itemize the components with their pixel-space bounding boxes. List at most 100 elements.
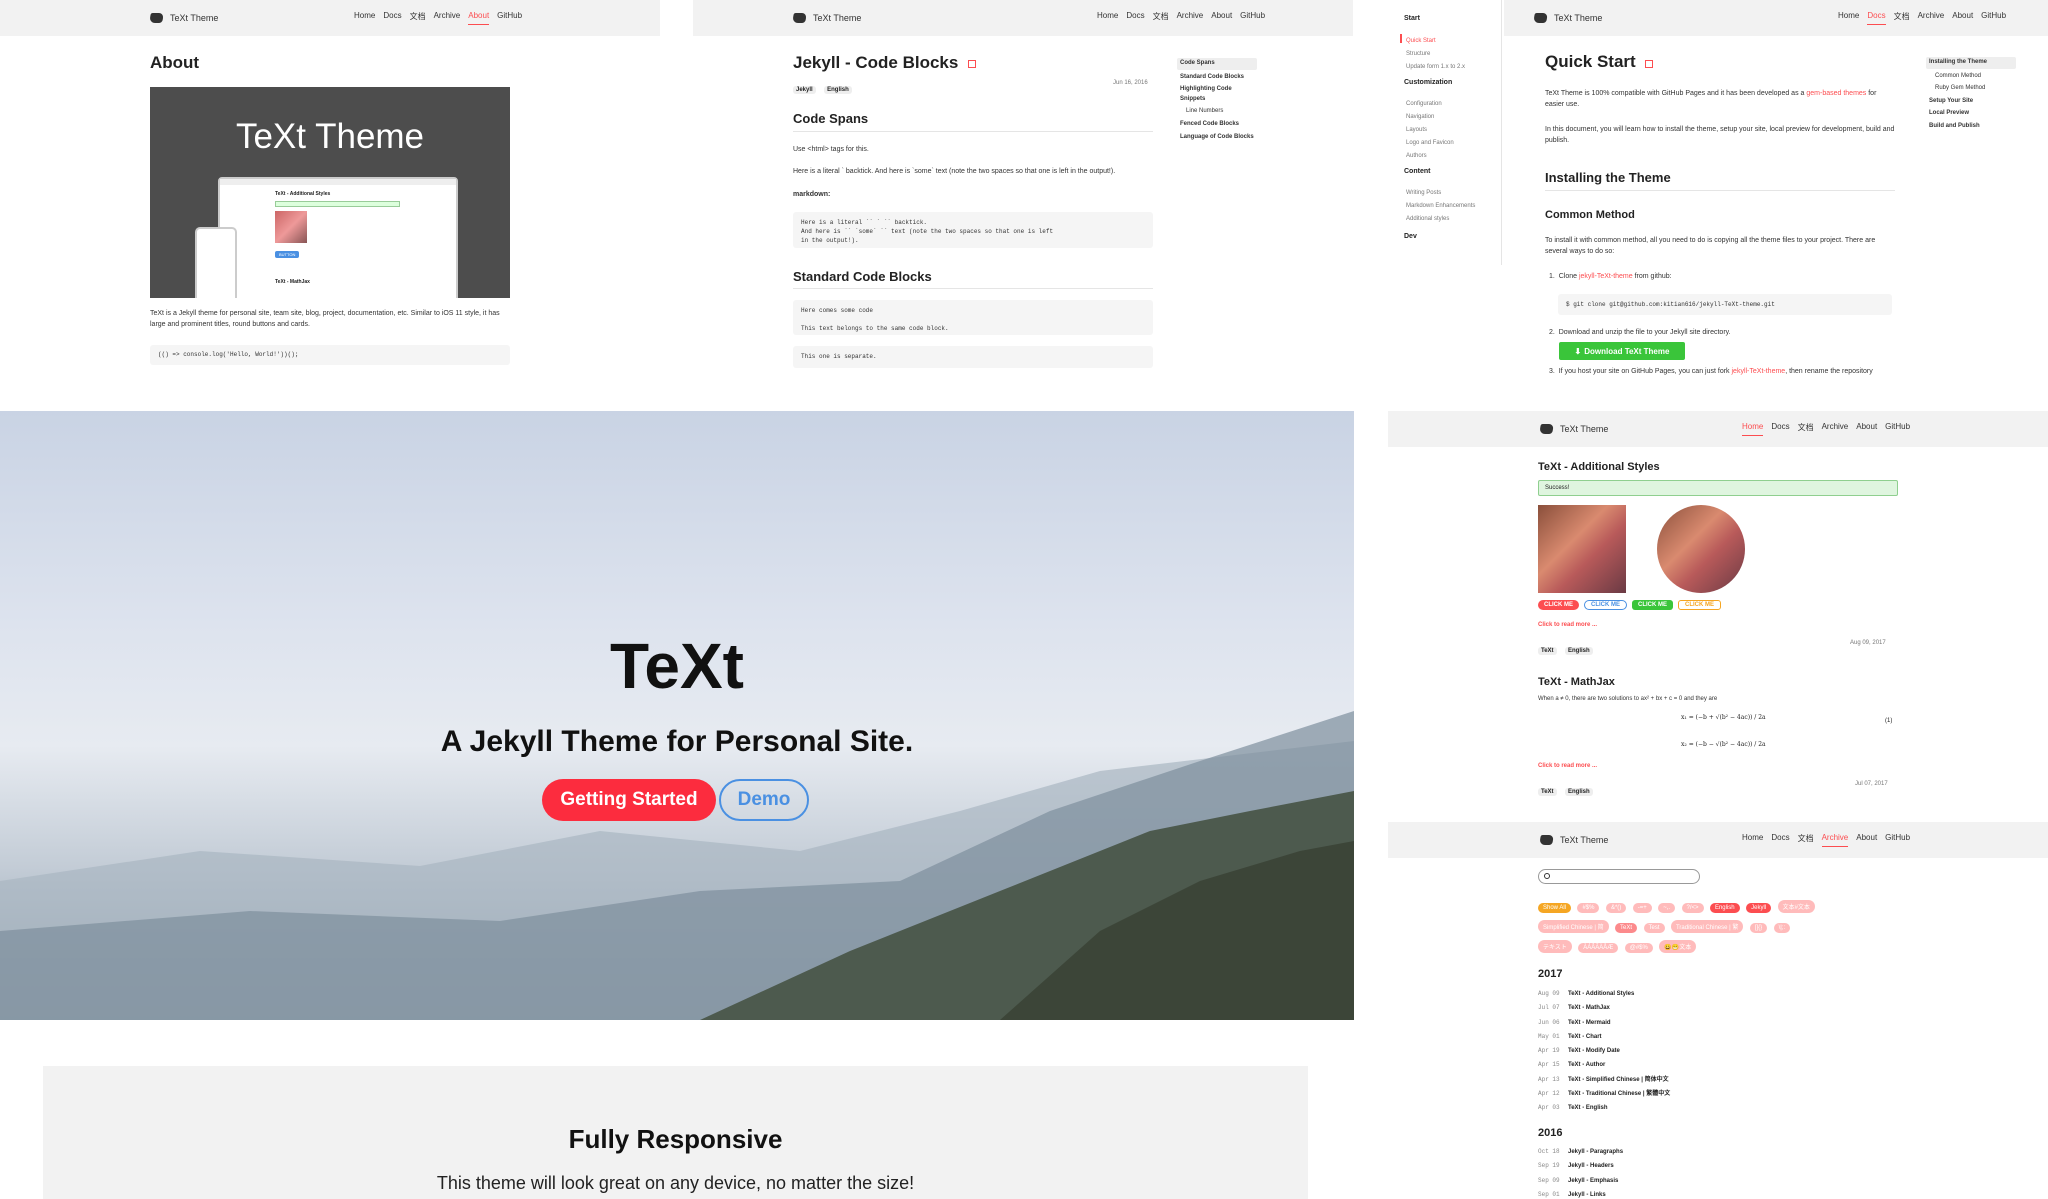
post-row[interactable]: Apr 13 TeXt - Simplified Chinese | 简体中文 bbox=[1538, 1073, 1670, 1087]
download-button[interactable]: ⬇ Download TeXt Theme bbox=[1559, 342, 1685, 360]
tag-english[interactable]: English bbox=[1565, 647, 1593, 655]
tag-pill[interactable]: &*() bbox=[1605, 903, 1627, 913]
post-title[interactable]: TeXt - English bbox=[1568, 1105, 1608, 1111]
tag-pill[interactable]: テキスト bbox=[1538, 940, 1572, 953]
post-title[interactable]: TeXt - Additional Styles bbox=[1538, 461, 1660, 473]
tag-text[interactable]: TeXt bbox=[1615, 923, 1638, 933]
tag-pill[interactable]: #$% bbox=[1577, 903, 1600, 913]
nav-home[interactable]: Home bbox=[1097, 11, 1118, 25]
nav-archive[interactable]: Archive bbox=[1822, 422, 1849, 436]
sidebar-item-navigation[interactable]: Navigation bbox=[1406, 111, 1454, 124]
post-title-2[interactable]: TeXt - MathJax bbox=[1538, 676, 1615, 688]
tag-pill[interactable]: ?/<> bbox=[1681, 903, 1704, 913]
brand[interactable]: TeXt Theme bbox=[792, 13, 861, 23]
nav-about[interactable]: About bbox=[1952, 11, 1973, 25]
click-me-button-orange[interactable]: CLICK ME bbox=[1678, 600, 1721, 610]
edit-icon[interactable] bbox=[968, 60, 976, 68]
nav-archive[interactable]: Archive bbox=[434, 11, 461, 25]
nav-docs-cn[interactable]: 文档 bbox=[1798, 833, 1814, 847]
nav-docs-cn[interactable]: 文档 bbox=[1153, 11, 1169, 25]
sidebar-item-writing-posts[interactable]: Writing Posts bbox=[1406, 187, 1475, 200]
toc-item[interactable]: Line Numbers bbox=[1177, 107, 1257, 117]
sidebar-item-authors[interactable]: Authors bbox=[1406, 150, 1454, 163]
sidebar-item-update[interactable]: Update form 1.x to 2.x bbox=[1406, 61, 1465, 74]
tag-english[interactable]: English bbox=[1565, 788, 1593, 796]
post-title[interactable]: TeXt - Author bbox=[1568, 1062, 1605, 1068]
brand[interactable]: TeXt Theme bbox=[1533, 13, 1602, 23]
post-row[interactable]: Jun 06 TeXt - Mermaid bbox=[1538, 1016, 1670, 1030]
brand[interactable]: TeXt Theme bbox=[1539, 835, 1608, 845]
nav-github[interactable]: GitHub bbox=[497, 11, 522, 25]
nav-home[interactable]: Home bbox=[1742, 833, 1763, 847]
fork-link[interactable]: jekyll-TeXt-theme bbox=[1732, 368, 1786, 375]
toc-item[interactable]: Setup Your Site bbox=[1926, 97, 2016, 107]
post-title[interactable]: TeXt - Modify Date bbox=[1568, 1048, 1620, 1054]
getting-started-button[interactable]: Getting Started bbox=[542, 779, 716, 821]
nav-github[interactable]: GitHub bbox=[1240, 11, 1265, 25]
tag-english[interactable]: English bbox=[824, 86, 852, 94]
nav-home[interactable]: Home bbox=[354, 11, 375, 25]
gem-themes-link[interactable]: gem-based themes bbox=[1806, 90, 1866, 97]
brand[interactable]: TeXt Theme bbox=[1539, 424, 1608, 434]
post-title[interactable]: TeXt - Mermaid bbox=[1568, 1020, 1611, 1026]
tag-pill[interactable]: []{} bbox=[1749, 923, 1768, 933]
post-title[interactable]: Jekyll - Paragraphs bbox=[1568, 1149, 1623, 1155]
tag-pill[interactable]: -=+ bbox=[1632, 903, 1652, 913]
nav-docs[interactable]: Docs bbox=[383, 11, 401, 25]
sidebar-item-quick-start[interactable]: Quick Start bbox=[1406, 35, 1465, 48]
post-row[interactable]: Jul 07 TeXt - MathJax bbox=[1538, 1001, 1670, 1015]
tag-text[interactable]: TeXt bbox=[1538, 788, 1557, 796]
post-row[interactable]: Apr 15 TeXt - Author bbox=[1538, 1058, 1670, 1072]
read-more-link[interactable]: Click to read more ... bbox=[1538, 622, 1597, 628]
post-title[interactable]: TeXt - Additional Styles bbox=[1568, 991, 1634, 997]
edit-icon[interactable] bbox=[1645, 60, 1653, 68]
nav-archive[interactable]: Archive bbox=[1821, 833, 1849, 847]
post-row[interactable]: Sep 09 Jekyll - Emphasis bbox=[1538, 1174, 1623, 1188]
tag-pill[interactable]: ~,. bbox=[1658, 903, 1676, 913]
toc-item[interactable]: Fenced Code Blocks bbox=[1177, 120, 1257, 130]
sidebar-item-structure[interactable]: Structure bbox=[1406, 48, 1465, 61]
click-me-button-green[interactable]: CLICK ME bbox=[1632, 600, 1673, 610]
nav-about[interactable]: About bbox=[1856, 422, 1877, 436]
toc-item[interactable]: Standard Code Blocks bbox=[1177, 73, 1257, 83]
nav-github[interactable]: GitHub bbox=[1981, 11, 2006, 25]
sidebar-item-layouts[interactable]: Layouts bbox=[1406, 124, 1454, 137]
tag-pill[interactable]: 文本#文本 bbox=[1777, 900, 1815, 913]
nav-docs[interactable]: Docs bbox=[1126, 11, 1144, 25]
tag-pill[interactable]: 😀😁文本 bbox=[1659, 940, 1697, 953]
nav-docs[interactable]: Docs bbox=[1771, 422, 1789, 436]
nav-docs[interactable]: Docs bbox=[1867, 11, 1886, 25]
tag-jekyll[interactable]: Jekyll bbox=[793, 86, 816, 94]
toc-item[interactable]: Ruby Gem Method bbox=[1926, 84, 2016, 94]
tag-simplified[interactable]: Simplified Chinese | 简 bbox=[1538, 920, 1609, 933]
nav-github[interactable]: GitHub bbox=[1885, 422, 1910, 436]
tag-show-all[interactable]: Show All bbox=[1538, 903, 1572, 913]
post-row[interactable]: Apr 19 TeXt - Modify Date bbox=[1538, 1044, 1670, 1058]
tag-text[interactable]: TeXt bbox=[1538, 647, 1557, 655]
nav-docs-cn[interactable]: 文档 bbox=[410, 11, 426, 25]
toc-item[interactable]: Installing the Theme bbox=[1926, 57, 2016, 69]
post-title[interactable]: TeXt - Chart bbox=[1568, 1034, 1602, 1040]
post-title[interactable]: Jekyll - Headers bbox=[1568, 1163, 1614, 1169]
post-row[interactable]: Sep 19 Jekyll - Headers bbox=[1538, 1159, 1623, 1173]
nav-github[interactable]: GitHub bbox=[1885, 833, 1910, 847]
click-me-button-red[interactable]: CLICK ME bbox=[1538, 600, 1579, 610]
post-row[interactable]: Oct 18 Jekyll - Paragraphs bbox=[1538, 1145, 1623, 1159]
nav-archive[interactable]: Archive bbox=[1918, 11, 1945, 25]
tag-pill[interactable]: \|;: bbox=[1773, 923, 1791, 933]
tag-english[interactable]: English bbox=[1709, 903, 1740, 913]
post-title[interactable]: Jekyll - Emphasis bbox=[1568, 1178, 1618, 1184]
post-row[interactable]: Apr 12 TeXt - Traditional Chinese | 繁體中文 bbox=[1538, 1087, 1670, 1101]
post-title[interactable]: Jekyll - Links bbox=[1568, 1192, 1606, 1198]
post-row[interactable]: Apr 03 TeXt - English bbox=[1538, 1101, 1670, 1115]
nav-about[interactable]: About bbox=[1856, 833, 1877, 847]
post-row[interactable]: May 01 TeXt - Chart bbox=[1538, 1030, 1670, 1044]
read-more-link-2[interactable]: Click to read more ... bbox=[1538, 763, 1597, 769]
post-title[interactable]: TeXt - Simplified Chinese | 简体中文 bbox=[1568, 1077, 1669, 1083]
search-input[interactable] bbox=[1538, 869, 1700, 884]
nav-home[interactable]: Home bbox=[1742, 422, 1764, 436]
post-title[interactable]: TeXt - MathJax bbox=[1568, 1005, 1610, 1011]
nav-docs-cn[interactable]: 文档 bbox=[1894, 11, 1910, 25]
demo-button[interactable]: Demo bbox=[719, 779, 809, 821]
nav-docs-cn[interactable]: 文档 bbox=[1798, 422, 1814, 436]
